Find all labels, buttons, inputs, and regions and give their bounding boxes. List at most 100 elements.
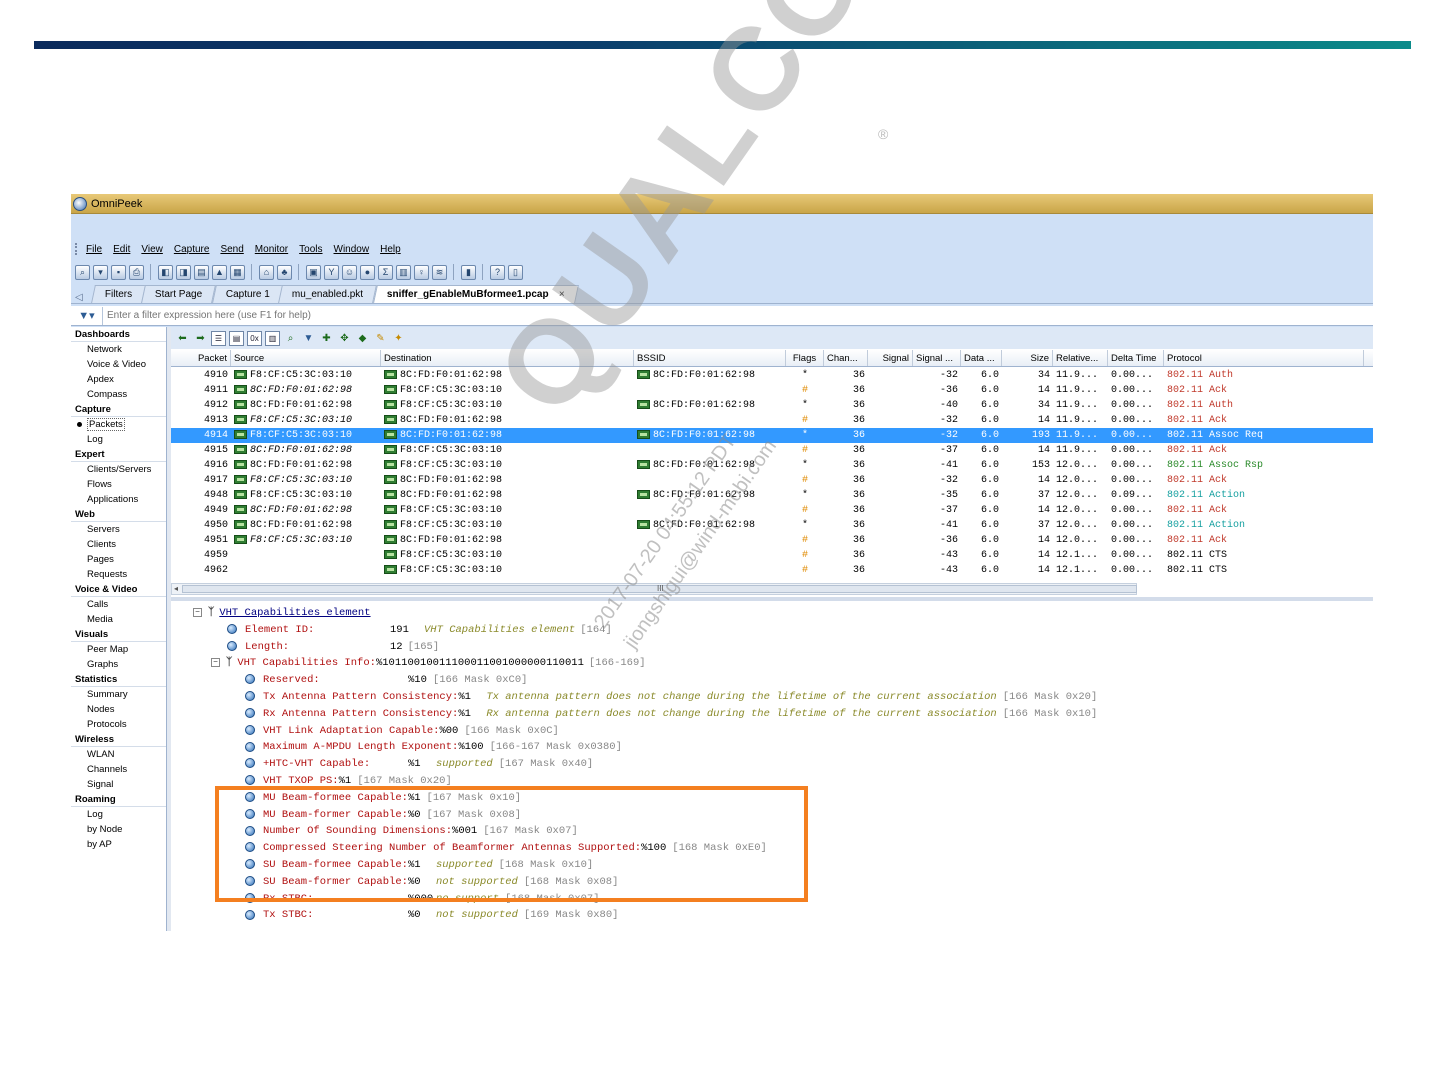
- sidebar-category[interactable]: Dashboards: [71, 327, 166, 342]
- menu-send[interactable]: Send: [220, 244, 243, 255]
- table-row[interactable]: 4949 8C:FD:F0:01:62:98 F8:CF:C5:3C:03:10 #3…: [171, 503, 1373, 518]
- filter-expression-input[interactable]: [103, 310, 1303, 321]
- table-row[interactable]: 4912 8C:FD:F0:01:62:98 F8:CF:C5:3C:03:10 8C…: [171, 398, 1373, 413]
- sidebar-item[interactable]: Compass: [71, 387, 166, 402]
- about-icon[interactable]: ▯: [508, 264, 523, 280]
- sidebar-item[interactable]: Signal: [71, 777, 166, 792]
- sidebar-item[interactable]: by AP: [71, 837, 166, 852]
- packet-filter-icon[interactable]: ▼: [301, 331, 316, 346]
- col-destination[interactable]: Destination: [381, 350, 634, 366]
- menu-tools[interactable]: Tools: [299, 244, 322, 255]
- collapse-icon[interactable]: −: [193, 607, 202, 617]
- sidebar-item[interactable]: Servers: [71, 522, 166, 537]
- table-row[interactable]: 4913 F8:CF:C5:3C:03:10 8C:FD:F0:01:62:98 #3…: [171, 413, 1373, 428]
- tab-capture-1[interactable]: Capture 1: [211, 285, 284, 303]
- sidebar-item[interactable]: Channels: [71, 762, 166, 777]
- view-list-icon[interactable]: ☰: [211, 330, 226, 346]
- menu-help[interactable]: Help: [380, 244, 401, 255]
- view-detail-icon[interactable]: ▤: [229, 330, 244, 346]
- filter-funnel-icon[interactable]: ▼▾: [71, 306, 103, 325]
- back-arrow-icon[interactable]: ⬅: [175, 331, 190, 346]
- pane-splitter[interactable]: [171, 597, 1373, 601]
- close-tab-icon[interactable]: ×: [558, 289, 564, 300]
- sidebar-item[interactable]: Media: [71, 612, 166, 627]
- add-node-icon[interactable]: ✚: [319, 331, 334, 346]
- sidebar-category[interactable]: Visuals: [71, 627, 166, 642]
- sidebar-item[interactable]: Nodes: [71, 702, 166, 717]
- sidebar-item[interactable]: Clients: [71, 537, 166, 552]
- col-data-rate[interactable]: Data ...: [961, 350, 1002, 366]
- sidebar-item[interactable]: Protocols: [71, 717, 166, 732]
- globe-icon[interactable]: ●: [360, 264, 375, 280]
- report-icon[interactable]: ▦: [230, 264, 245, 280]
- tab-start-page[interactable]: Start Page: [141, 285, 217, 303]
- sidebar-category[interactable]: Statistics: [71, 672, 166, 687]
- table-row[interactable]: 4962 F8:CF:C5:3C:03:10 #36 -43 6.0 14 12.1... 0…: [171, 563, 1373, 578]
- filter-doc-icon[interactable]: ▤: [194, 264, 209, 280]
- sidebar-item[interactable]: Apdex: [71, 372, 166, 387]
- capture-options-icon[interactable]: ◨: [176, 264, 191, 280]
- edit-icon[interactable]: ✎: [373, 331, 388, 346]
- view-hex-icon[interactable]: 0x: [247, 330, 262, 346]
- network-icon[interactable]: ♣: [277, 264, 292, 280]
- sidebar-category[interactable]: Wireless: [71, 732, 166, 747]
- table-row[interactable]: 4916 8C:FD:F0:01:62:98 F8:CF:C5:3C:03:10 8C…: [171, 458, 1373, 473]
- sidebar-item[interactable]: Calls: [71, 597, 166, 612]
- help-icon[interactable]: ?: [490, 264, 505, 280]
- sidebar-item[interactable]: Packets: [71, 417, 166, 432]
- sidebar-item[interactable]: Pages: [71, 552, 166, 567]
- graph-icon[interactable]: ▥: [396, 264, 411, 280]
- scroll-left-icon[interactable]: ◂: [174, 584, 178, 593]
- sidebar-category[interactable]: Capture: [71, 402, 166, 417]
- shield-icon[interactable]: ◆: [355, 331, 370, 346]
- decode-icon[interactable]: ✦: [391, 331, 406, 346]
- sidebar-item[interactable]: Network: [71, 342, 166, 357]
- table-row[interactable]: 4911 8C:FD:F0:01:62:98 F8:CF:C5:3C:03:10 #3…: [171, 383, 1373, 398]
- horizontal-scrollbar[interactable]: ◂ III: [171, 583, 1137, 595]
- view-columns-icon[interactable]: ▥: [265, 330, 280, 346]
- sidebar-category[interactable]: Web: [71, 507, 166, 522]
- sidebar-category[interactable]: Roaming: [71, 792, 166, 807]
- save-icon[interactable]: ▪: [111, 264, 126, 280]
- col-source[interactable]: Source: [231, 350, 381, 366]
- alarm-icon[interactable]: ▲: [212, 264, 227, 280]
- sidebar-item[interactable]: by Node: [71, 822, 166, 837]
- home-icon[interactable]: ⌂: [259, 264, 274, 280]
- col-size[interactable]: Size: [1002, 350, 1053, 366]
- wireless-icon[interactable]: ≋: [432, 264, 447, 280]
- sidebar-item[interactable]: Flows: [71, 477, 166, 492]
- user-icon[interactable]: ☺: [342, 264, 357, 280]
- sidebar-item[interactable]: Clients/Servers: [71, 462, 166, 477]
- menu-edit[interactable]: Edit: [113, 244, 130, 255]
- tab-mu-enabled[interactable]: mu_enabled.pkt: [278, 285, 378, 303]
- sidebar-item[interactable]: Voice & Video: [71, 357, 166, 372]
- nodes-icon[interactable]: ✥: [337, 331, 352, 346]
- tab-sniffer-pcap[interactable]: sniffer_gEnableMuBformee1.pcap ×: [372, 285, 579, 303]
- table-row[interactable]: 4917 F8:CF:C5:3C:03:10 8C:FD:F0:01:62:98 #3…: [171, 473, 1373, 488]
- sidebar-item[interactable]: Requests: [71, 567, 166, 582]
- table-row[interactable]: 4915 8C:FD:F0:01:62:98 F8:CF:C5:3C:03:10 #3…: [171, 443, 1373, 458]
- col-signal-dbm[interactable]: Signal ...: [913, 350, 961, 366]
- col-channel[interactable]: Chan...: [824, 350, 868, 366]
- sidebar-item[interactable]: WLAN: [71, 747, 166, 762]
- new-capture-icon[interactable]: ◧: [158, 264, 173, 280]
- sidebar-category[interactable]: Expert: [71, 447, 166, 462]
- table-row[interactable]: 4950 8C:FD:F0:01:62:98 F8:CF:C5:3C:03:10 8C…: [171, 518, 1373, 533]
- stats-icon[interactable]: Σ: [378, 264, 393, 280]
- tab-filters[interactable]: Filters: [91, 285, 147, 303]
- filter-icon[interactable]: Y: [324, 264, 339, 280]
- col-protocol[interactable]: Protocol: [1164, 350, 1364, 366]
- col-delta-time[interactable]: Delta Time: [1108, 350, 1164, 366]
- col-relative[interactable]: Relative...: [1053, 350, 1108, 366]
- menu-view[interactable]: View: [141, 244, 163, 255]
- collapse-icon[interactable]: −: [211, 658, 220, 668]
- adapter-icon[interactable]: ▣: [306, 264, 321, 280]
- table-row[interactable]: 4959 F8:CF:C5:3C:03:10 #36 -43 6.0 14 12.1... 0…: [171, 548, 1373, 563]
- menu-capture[interactable]: Capture: [174, 244, 210, 255]
- menu-window[interactable]: Window: [334, 244, 370, 255]
- col-signal[interactable]: Signal: [868, 350, 913, 366]
- table-row[interactable]: 4910 F8:CF:C5:3C:03:10 8C:FD:F0:01:62:98 8C…: [171, 368, 1373, 383]
- sidebar-item[interactable]: Log: [71, 807, 166, 822]
- col-packet[interactable]: Packet: [171, 350, 231, 366]
- menu-monitor[interactable]: Monitor: [255, 244, 288, 255]
